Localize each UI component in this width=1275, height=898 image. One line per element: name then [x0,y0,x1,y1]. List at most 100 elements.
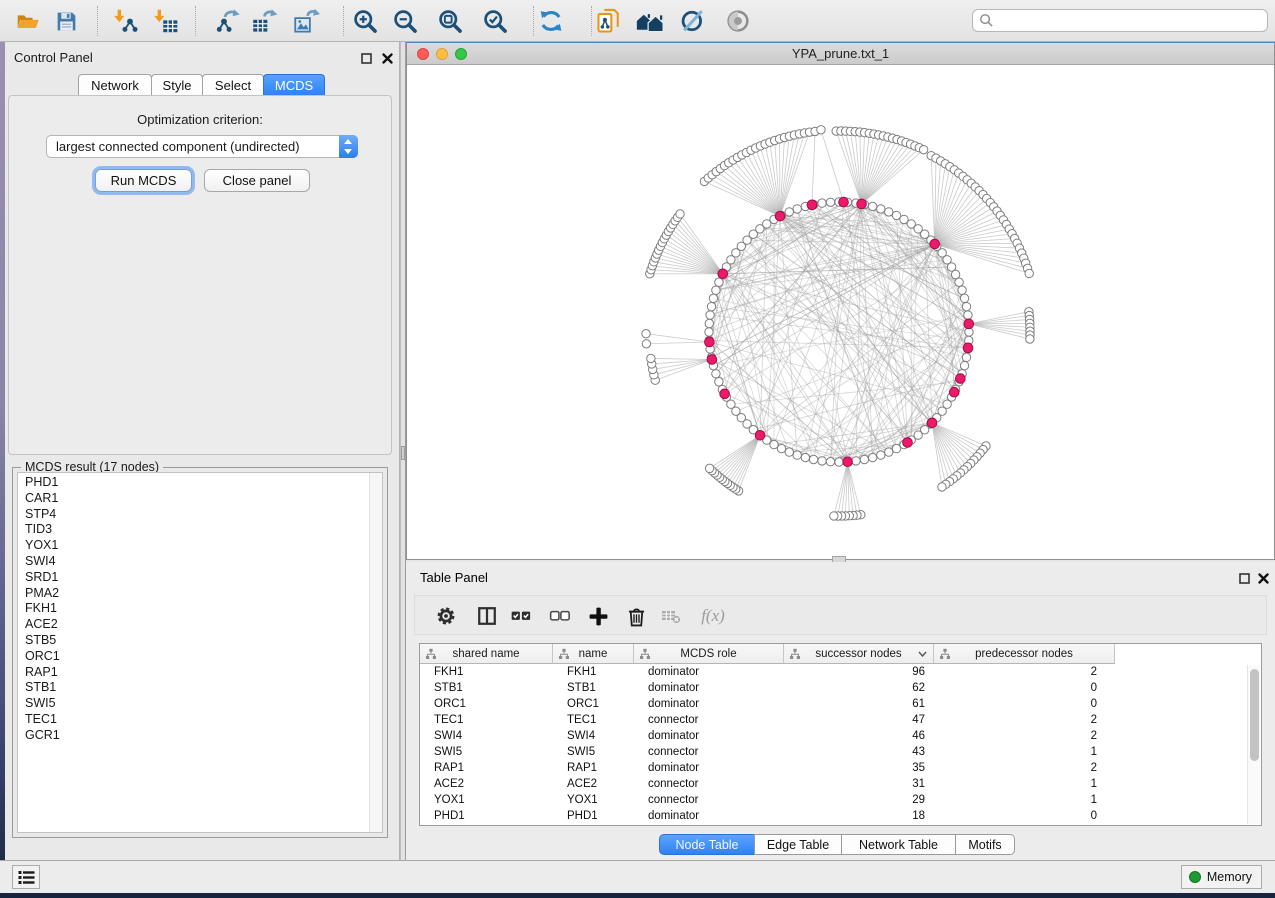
cell-shared_name: PHD1 [420,808,553,824]
mcds-result-item[interactable]: SWI4 [18,554,368,570]
import-table-button[interactable] [148,5,182,37]
table-row[interactable]: RAP1RAP1dominator352 [420,760,1261,776]
column-header-shared-name[interactable]: shared name [420,644,553,664]
table-row[interactable]: SWI4SWI4dominator462 [420,728,1261,744]
mcds-result-item[interactable]: SRD1 [18,570,368,586]
cell-mcds_role: dominator [634,808,784,824]
table-scrollbar[interactable] [1247,665,1260,824]
plus-icon [588,606,609,627]
table-row[interactable]: FKH1FKH1dominator962 [420,664,1261,680]
delete-table-button[interactable] [656,601,686,631]
vizmapper-button[interactable] [676,5,710,37]
clone-network-button[interactable] [592,5,626,37]
optimization-criterion-value: largest connected component (undirected) [47,139,339,154]
tab-select[interactable]: Select [202,74,264,95]
memory-button[interactable]: Memory [1181,865,1262,889]
table-row[interactable]: SWI5SWI5connector431 [420,744,1261,760]
status-menu-button[interactable] [12,865,40,889]
mcds-result-item[interactable]: ACE2 [18,617,368,633]
mcds-result-item[interactable]: GCR1 [18,728,368,744]
select-stepper-icon [339,135,358,158]
open-file-button[interactable] [11,5,45,37]
save-session-button[interactable] [49,5,83,37]
toolbar-separator [97,6,98,36]
delete-column-button[interactable] [621,601,651,631]
mcds-result-item[interactable]: TEC1 [18,712,368,728]
table-row[interactable]: TEC1TEC1connector472 [420,712,1261,728]
add-column-button[interactable] [583,601,613,631]
export-network-icon [215,8,242,35]
close-table-panel-button[interactable] [1255,570,1271,586]
column-header-name[interactable]: name [553,644,634,664]
tab-node-table[interactable]: Node Table [659,834,755,855]
zoom-in-button[interactable] [348,5,382,37]
network-titlebar[interactable]: YPA_prune.txt_1 [407,43,1274,65]
select-all-columns-button[interactable] [506,601,536,631]
table-row[interactable]: STB1STB1dominator620 [420,680,1261,696]
table-row[interactable]: PHD1PHD1dominator180 [420,808,1261,824]
export-network-button[interactable] [211,5,245,37]
refresh-button[interactable] [534,5,568,37]
cell-shared_name: RAP1 [420,760,553,776]
search-input[interactable] [994,12,1267,30]
tab-mcds[interactable]: MCDS [263,74,325,95]
open-folder-icon [15,8,41,34]
table-row[interactable]: YOX1YOX1connector291 [420,792,1261,808]
network-canvas-svg[interactable] [407,65,1274,559]
control-panel-title: Control Panel [14,50,93,65]
export-image-button[interactable] [289,5,323,37]
table-settings-button[interactable] [431,601,461,631]
memory-label: Memory [1207,870,1252,884]
column-header-MCDS-role[interactable]: MCDS role [634,644,784,664]
tab-style[interactable]: Style [151,74,203,95]
zoom-out-button[interactable] [388,5,422,37]
cell-successor_nodes: 46 [784,728,934,744]
cell-successor_nodes: 61 [784,696,934,712]
optimization-criterion-select[interactable]: largest connected component (undirected) [46,135,358,158]
cell-shared_name: ACE2 [420,776,553,792]
home-button[interactable] [633,5,667,37]
mcds-result-item[interactable]: PMA2 [18,586,368,602]
mcds-result-item[interactable]: STB5 [18,633,368,649]
mcds-result-item[interactable]: TID3 [18,522,368,538]
mcds-result-item[interactable]: FKH1 [18,601,368,617]
deselect-all-columns-button[interactable] [545,601,575,631]
table-row[interactable]: ORC1ORC1dominator610 [420,696,1261,712]
network-title: YPA_prune.txt_1 [407,46,1274,61]
zoom-selected-button[interactable] [478,5,512,37]
cell-predecessor_nodes: 0 [934,680,1115,696]
tab-motifs[interactable]: Motifs [955,834,1015,855]
splitter-handle[interactable] [401,446,405,460]
eye-button[interactable] [721,5,755,37]
cell-predecessor_nodes: 1 [934,792,1115,808]
mcds-result-item[interactable]: SWI5 [18,696,368,712]
tab-network[interactable]: Network [78,74,152,95]
mcds-result-item[interactable]: PHD1 [18,475,368,491]
mcds-result-item[interactable]: STB1 [18,680,368,696]
cell-shared_name: SWI4 [420,728,553,744]
tab-edge-table[interactable]: Edge Table [754,834,842,855]
export-table-button[interactable] [247,5,281,37]
mcds-result-item[interactable]: CAR1 [18,491,368,507]
cell-name: FKH1 [553,664,634,680]
run-mcds-button[interactable]: Run MCDS [95,169,192,192]
float-panel-button[interactable] [358,50,374,66]
mcds-result-item[interactable]: RAP1 [18,665,368,681]
mcds-result-item[interactable]: STP4 [18,507,368,523]
close-panel-button[interactable] [379,50,395,66]
table-scrollbar-thumb[interactable] [1250,669,1259,761]
column-header-predecessor-nodes[interactable]: predecessor nodes [934,644,1115,664]
mcds-result-item[interactable]: ORC1 [18,649,368,665]
table-row[interactable]: ACE2ACE2connector311 [420,776,1261,792]
result-list-scrollbar[interactable] [369,473,382,832]
tab-network-table[interactable]: Network Table [841,834,956,855]
zoom-fit-button[interactable] [433,5,467,37]
float-table-panel-button[interactable] [1236,570,1252,586]
function-builder-button[interactable]: f(x) [693,601,733,631]
import-network-button[interactable] [108,5,142,37]
close-panel-action-button[interactable]: Close panel [204,169,310,192]
mcds-result-item[interactable]: YOX1 [18,538,368,554]
column-header-successor-nodes[interactable]: successor nodes [784,644,934,664]
show-columns-button[interactable] [472,601,502,631]
vizmapper-icon [679,7,707,35]
